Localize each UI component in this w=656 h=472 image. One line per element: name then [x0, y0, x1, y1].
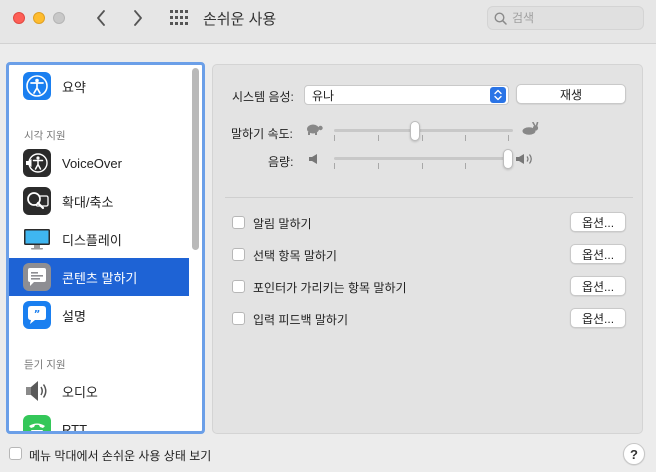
sidebar-item-descriptions[interactable]: ” 설명: [9, 296, 189, 334]
sidebar-item-spoken-content[interactable]: 콘텐츠 말하기: [9, 258, 189, 296]
rtt-icon: [23, 415, 51, 431]
sidebar-item-display[interactable]: 디스플레이: [9, 220, 189, 258]
sidebar-item-label: 디스플레이: [62, 232, 122, 248]
chevron-left-icon: [97, 10, 105, 26]
sidebar-scrollbar[interactable]: [192, 68, 199, 250]
descriptions-icon: ”: [23, 301, 51, 329]
voiceover-icon: [23, 149, 51, 177]
spoken-content-panel: 시스템 음성: 유나 재생 말하기 속도: 음량: 알림 말하기 옵션... 선…: [212, 64, 643, 434]
show-in-menu-bar-label: 메뉴 막대에서 손쉬운 사용 상태 보기: [29, 449, 212, 463]
chevron-up-down-icon: [494, 89, 502, 101]
search-icon: [494, 11, 507, 25]
sidebar-item-overview[interactable]: 요약: [9, 67, 189, 105]
sidebar-item-label: 설명: [62, 308, 86, 324]
announce-notifications-options-button[interactable]: 옵션...: [570, 212, 626, 232]
section-header-hearing: 듣기 지원: [24, 359, 66, 371]
sidebar-item-label: 확대/축소: [62, 194, 114, 210]
sidebar[interactable]: 요약 시각 지원 VoiceOver 확대/축소 디스플레이 콘텐츠 말하기 ”…: [6, 62, 205, 434]
show-in-menu-bar-checkbox[interactable]: [9, 447, 22, 460]
system-voice-value: 유나: [312, 88, 335, 103]
sidebar-item-label: 콘텐츠 말하기: [62, 270, 138, 286]
speaker-high-icon: [516, 154, 532, 164]
search-field[interactable]: [487, 6, 644, 30]
volume-track: [334, 157, 513, 160]
sidebar-item-voiceover[interactable]: VoiceOver: [9, 144, 189, 182]
speaking-rate-label: 말하기 속도:: [231, 127, 293, 141]
svg-text:”: ”: [34, 309, 41, 320]
sidebar-item-zoom[interactable]: 확대/축소: [9, 182, 189, 220]
typing-feedback-checkbox[interactable]: [232, 312, 245, 325]
option-label: 선택 항목 말하기: [253, 249, 337, 263]
system-voice-label: 시스템 음성:: [232, 90, 294, 104]
announce-notifications-checkbox[interactable]: [232, 216, 245, 229]
help-button[interactable]: ?: [623, 443, 645, 465]
volume-label: 음량:: [268, 155, 294, 169]
sidebar-item-label: VoiceOver: [62, 155, 122, 171]
sidebar-item-rtt[interactable]: RTT: [9, 410, 189, 434]
select-stepper: [490, 87, 506, 103]
display-icon: [24, 229, 50, 250]
speak-item-under-pointer-checkbox[interactable]: [232, 280, 245, 293]
titlebar: 손쉬운 사용: [0, 0, 656, 44]
volume-slider[interactable]: [503, 149, 513, 169]
zoom-icon: [23, 187, 51, 215]
speaking-rate-slider[interactable]: [410, 121, 421, 141]
option-label: 알림 말하기: [253, 217, 312, 231]
option-label: 포인터가 가리키는 항목 말하기: [253, 281, 407, 295]
divider: [225, 197, 633, 198]
speaker-icon: [26, 381, 47, 401]
system-voice-select[interactable]: 유나: [304, 85, 509, 105]
speech-bubble-icon: [23, 263, 51, 291]
play-button[interactable]: 재생: [516, 84, 626, 104]
chevron-right-icon: [134, 10, 142, 26]
system-preferences-window: 손쉬운 사용 요약 시각 지원 VoiceOv: [0, 0, 656, 472]
zoom-button[interactable]: [53, 12, 65, 24]
search-input[interactable]: [512, 11, 632, 25]
speak-selection-options-button[interactable]: 옵션...: [570, 244, 626, 264]
sidebar-item-label: RTT: [62, 421, 88, 434]
sidebar-item-label: 오디오: [62, 384, 98, 400]
forward-button[interactable]: [128, 8, 148, 28]
typing-feedback-options-button[interactable]: 옵션...: [570, 308, 626, 328]
show-all-button[interactable]: [170, 10, 188, 26]
speak-item-under-pointer-options-button[interactable]: 옵션...: [570, 276, 626, 296]
speaking-rate-track: [334, 129, 513, 132]
speaker-low-icon: [309, 154, 317, 164]
turtle-icon: [307, 124, 323, 135]
option-label: 입력 피드백 말하기: [253, 313, 348, 327]
back-button[interactable]: [91, 8, 111, 28]
close-button[interactable]: [13, 12, 25, 24]
window-title: 손쉬운 사용: [203, 11, 277, 28]
grid-icon: [170, 10, 188, 25]
accessibility-icon: [23, 72, 51, 100]
minimize-button[interactable]: [33, 12, 45, 24]
sidebar-item-label: 요약: [62, 79, 86, 95]
rabbit-icon: [522, 122, 539, 135]
speak-selection-checkbox[interactable]: [232, 248, 245, 261]
sidebar-item-audio[interactable]: 오디오: [9, 372, 189, 410]
section-header-vision: 시각 지원: [24, 130, 66, 142]
